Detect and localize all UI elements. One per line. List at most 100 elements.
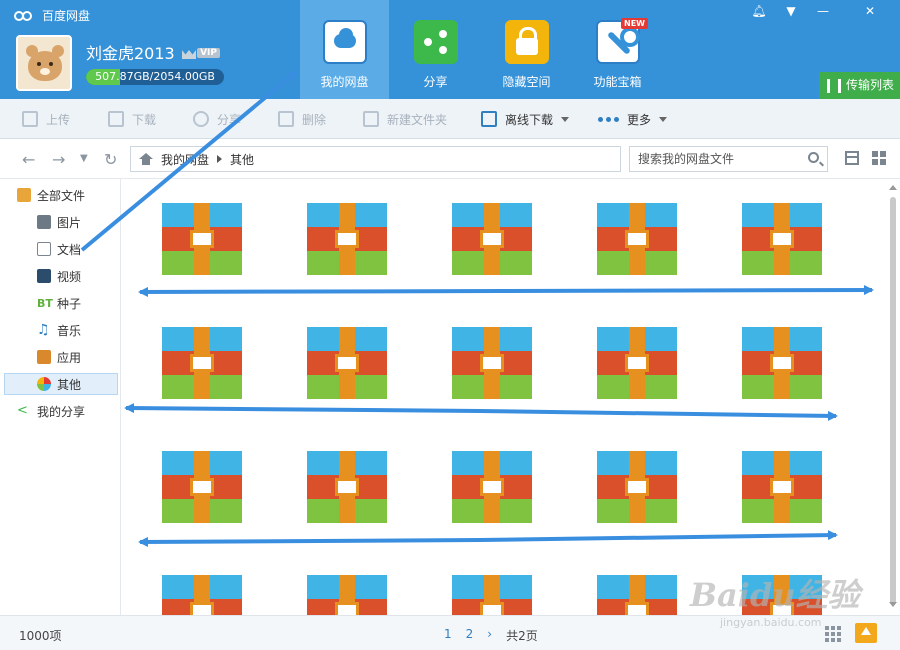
file-item[interactable] (134, 179, 266, 291)
forward-arrow-icon[interactable]: → (52, 150, 65, 169)
minimize-icon[interactable]: — (808, 0, 838, 22)
archive-file-icon (162, 327, 242, 399)
download-button[interactable]: 下载 (108, 107, 156, 131)
baidu-jingyan-watermark: Baidu经验 jingyan.baidu.com (690, 576, 860, 629)
upload-button[interactable]: 上传 (22, 107, 70, 131)
username[interactable]: 刘金虎2013 (86, 40, 175, 64)
sidebar-item-videos[interactable]: 视频 (37, 265, 81, 287)
file-item[interactable] (569, 303, 701, 415)
storage-quota-bar: 507.87GB/2054.00GB (86, 69, 224, 85)
file-item[interactable] (279, 551, 411, 615)
tab-hidden-space[interactable]: 隐藏空间 (482, 0, 571, 99)
bell-icon[interactable]: 🔔︎ (744, 0, 774, 22)
vip-badge[interactable]: VIP (182, 45, 220, 61)
chevron-down-icon (659, 116, 668, 122)
scrollbar[interactable] (886, 179, 900, 615)
archive-file-icon (742, 451, 822, 523)
page-2-link[interactable]: 2 (466, 627, 474, 644)
storage-quota-text: 507.87GB/2054.00GB (95, 70, 215, 83)
sidebar: 全部文件 图片 文档 视频 BT 种子 ♫ 音乐 应用 其他 < 我的分享 (0, 179, 121, 615)
more-button[interactable]: 更多 (598, 107, 668, 131)
sidebar-item-all-files[interactable]: 全部文件 (17, 184, 85, 206)
file-item[interactable] (424, 427, 556, 539)
file-item[interactable] (279, 303, 411, 415)
archive-file-icon (307, 575, 387, 615)
list-view-icon[interactable] (845, 151, 859, 165)
file-item[interactable] (424, 303, 556, 415)
app-header: 百度网盘 🔔︎ ▼ — ✕ 刘金虎2013 VIP 507.87GB/2054.… (0, 0, 900, 99)
other-icon (37, 377, 51, 391)
more-dots-icon (598, 116, 619, 122)
offline-download-button[interactable]: 离线下载 (481, 107, 570, 131)
video-icon (37, 269, 51, 283)
address-bar: ← → ▼ ↻ 我的网盘 其他 搜索我的网盘文件 (0, 139, 900, 179)
scroll-down-icon[interactable] (889, 602, 897, 607)
sidebar-item-apps[interactable]: 应用 (37, 346, 81, 368)
app-icon (37, 350, 51, 364)
toolbar: 上传 下载 分享 删除 新建文件夹 离线下载 更多 (0, 99, 900, 139)
avatar[interactable] (16, 35, 72, 91)
menu-icon[interactable]: ▼ (776, 0, 806, 22)
scroll-up-icon[interactable] (889, 185, 897, 190)
file-item[interactable] (569, 427, 701, 539)
lock-icon (505, 20, 549, 64)
tab-my-netdisk[interactable]: 我的网盘 (300, 0, 389, 99)
app-title-text: 百度网盘 (42, 9, 91, 23)
grid-view-icon[interactable] (872, 151, 886, 165)
page-1-link[interactable]: 1 (444, 627, 452, 644)
file-item[interactable] (279, 179, 411, 291)
sidebar-item-images[interactable]: 图片 (37, 211, 81, 233)
back-arrow-icon[interactable]: ← (22, 150, 35, 169)
baidu-cloud-logo-icon (14, 9, 36, 23)
sidebar-item-music[interactable]: ♫ 音乐 (37, 319, 81, 341)
next-page-icon[interactable]: › (487, 627, 492, 644)
tab-share[interactable]: 分享 (391, 0, 480, 99)
file-item[interactable] (714, 303, 846, 415)
document-icon (37, 242, 51, 256)
share-icon (414, 20, 458, 64)
search-icon[interactable] (808, 152, 819, 163)
new-folder-icon (363, 111, 379, 127)
upload-icon (22, 111, 38, 127)
file-item[interactable] (569, 551, 701, 615)
sidebar-item-torrents[interactable]: BT 种子 (37, 292, 81, 314)
file-item[interactable] (569, 179, 701, 291)
share-small-icon: < (17, 403, 28, 418)
file-item[interactable] (424, 551, 556, 615)
archive-file-icon (452, 451, 532, 523)
refresh-icon[interactable]: ↻ (104, 150, 117, 169)
image-icon (37, 215, 51, 229)
archive-file-icon (597, 575, 677, 615)
file-item[interactable] (714, 179, 846, 291)
file-item[interactable] (134, 427, 266, 539)
scroll-thumb[interactable] (890, 197, 896, 605)
transfer-list-button[interactable]: 传输列表 (819, 72, 900, 99)
new-badge: NEW (621, 18, 648, 29)
breadcrumb-separator-icon[interactable] (217, 155, 223, 163)
new-folder-button[interactable]: 新建文件夹 (363, 107, 447, 131)
sidebar-item-documents[interactable]: 文档 (37, 238, 81, 260)
search-input[interactable]: 搜索我的网盘文件 (629, 146, 828, 172)
tab-toolbox[interactable]: 功能宝箱 (573, 0, 662, 99)
archive-file-icon (307, 451, 387, 523)
sidebar-item-my-share[interactable]: < 我的分享 (17, 400, 85, 422)
file-item[interactable] (714, 427, 846, 539)
file-item[interactable] (279, 427, 411, 539)
close-icon[interactable]: ✕ (840, 0, 900, 22)
archive-file-icon (307, 203, 387, 275)
file-item[interactable] (134, 303, 266, 415)
history-dropdown-icon[interactable]: ▼ (80, 153, 88, 164)
offline-download-icon (481, 111, 497, 127)
delete-button[interactable]: 删除 (278, 107, 326, 131)
file-item[interactable] (424, 179, 556, 291)
archive-file-icon (162, 203, 242, 275)
sidebar-item-other[interactable]: 其他 (4, 373, 118, 395)
share-button[interactable]: 分享 (193, 107, 241, 131)
breadcrumb-root[interactable]: 我的网盘 (161, 151, 209, 168)
trash-icon (278, 111, 294, 127)
archive-file-icon (597, 451, 677, 523)
archive-file-icon (597, 327, 677, 399)
home-icon[interactable] (139, 153, 153, 165)
bt-icon: BT (37, 296, 53, 310)
file-item[interactable] (134, 551, 266, 615)
